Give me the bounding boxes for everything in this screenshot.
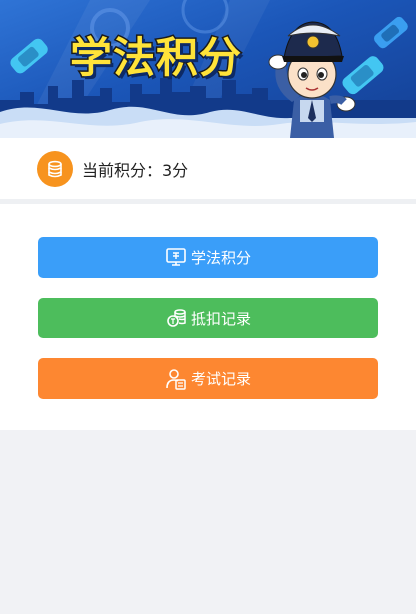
deduction-records-label: 抵扣记录 bbox=[190, 309, 251, 328]
coin-stack-icon bbox=[37, 150, 73, 187]
empty-area bbox=[0, 430, 416, 614]
banner-title: 学法积分 bbox=[68, 32, 243, 84]
deduction-records-button[interactable]: 抵扣记录 bbox=[38, 297, 378, 339]
coins-icon bbox=[165, 307, 187, 329]
exam-records-button[interactable]: 考试记录 bbox=[38, 358, 378, 400]
study-points-button[interactable]: 学法积分 bbox=[38, 237, 378, 278]
exam-person-icon bbox=[165, 368, 187, 390]
points-summary: 当前积分：3分 bbox=[0, 138, 416, 204]
exam-records-label: 考试记录 bbox=[190, 370, 251, 389]
header-banner: 学法积分 bbox=[0, 0, 416, 138]
study-points-label: 学法积分 bbox=[190, 248, 251, 267]
monitor-icon bbox=[165, 246, 187, 268]
menu-buttons: 学法积分 抵扣记录 考试记录 bbox=[0, 204, 416, 430]
current-points-label: 当前积分：3分 bbox=[82, 160, 189, 180]
